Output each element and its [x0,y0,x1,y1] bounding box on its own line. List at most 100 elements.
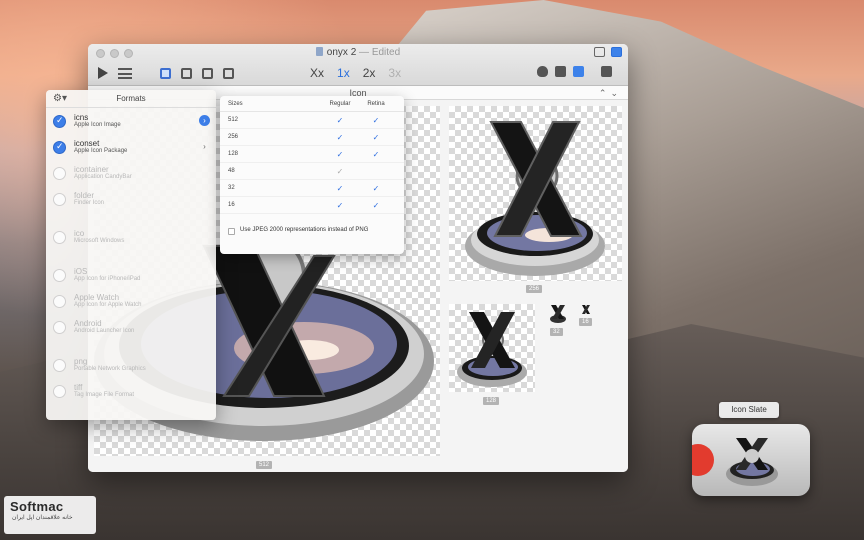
text-icon[interactable] [555,66,566,77]
retina-check[interactable]: ✓ [358,146,394,162]
jpeg2000-checkbox[interactable] [228,228,235,235]
onyx-app-icon-32[interactable] [549,304,567,324]
formats-panel-header: ⚙▾ Formats [46,90,216,108]
jpeg2000-label: Use JPEG 2000 representations instead of… [240,227,369,233]
size-row-128: 128 ✓ ✓ [220,146,404,163]
retina-check[interactable]: ✓ [358,180,394,196]
size-tag-32: 32 [550,328,563,336]
regular-check[interactable]: ✓ [322,112,358,128]
format-checkbox[interactable] [53,359,66,372]
chevron-right-icon[interactable]: › [199,141,210,152]
format-checkbox[interactable] [53,231,66,244]
retina-check[interactable]: ✓ [358,197,394,213]
background-swatch-icon[interactable] [601,66,612,77]
layer-front-icon[interactable] [160,67,171,79]
crop-icon[interactable] [223,67,234,79]
layer-merge-icon[interactable] [202,67,213,79]
format-item-android[interactable]: Android Android Launcher Icon [46,314,216,340]
format-name: ico [74,229,85,238]
size-value: 256 [228,134,239,140]
zoom-2x-button[interactable]: 2x [363,66,376,80]
zoom-1x-button[interactable]: 1x [337,66,350,80]
size-row-512: 512 ✓ ✓ [220,112,404,129]
size-value: 48 [228,168,235,174]
size-tag-512: 512 [256,461,273,469]
formats-list-icon[interactable] [118,67,132,79]
formats-list: icnsApple Icon Image›iconsetApple Icon P… [46,108,216,404]
format-item-tiff[interactable]: tiff Tag Image File Format [46,378,216,404]
play-icon[interactable] [98,67,108,79]
format-checkbox[interactable] [53,193,66,206]
retina-check[interactable]: ✓ [358,112,394,128]
format-item-icontainer[interactable]: icontainer Application CandyBar [46,160,216,186]
onyx-app-icon-16[interactable] [581,304,591,315]
regular-check[interactable]: ✓ [322,163,358,179]
format-checkbox[interactable] [53,269,66,282]
format-name: iOS [74,267,88,276]
size-row-16: 16 ✓ ✓ [220,197,404,214]
format-description: App Icon for iPhone/iPad [74,276,141,282]
size-value: 512 [228,117,239,123]
toolbar-right [537,66,612,77]
gear-icon[interactable]: ⚙▾ [53,93,67,105]
retina-check[interactable]: ✓ [358,129,394,145]
logo-subtitle: خانه ‌علاقمندان اپل ایران [12,515,73,521]
regular-check[interactable]: ✓ [322,197,358,213]
format-name: Apple Watch [74,293,120,302]
softmac-logo: Softmac خانه ‌علاقمندان اپل ایران [4,496,96,534]
format-checkbox[interactable] [53,141,66,154]
regular-check[interactable]: ✓ [322,146,358,162]
grid-icon[interactable] [573,66,584,77]
regular-header: Regular [329,101,351,107]
format-description: Apple Icon Image [74,122,121,128]
size-tag-128: 128 [483,397,500,405]
format-item-apple-watch[interactable]: Apple Watch App Icon for Apple Watch [46,288,216,314]
format-item-png[interactable]: png Portable Network Graphics [46,352,216,378]
layer-back-icon[interactable] [181,67,192,79]
format-description: Android Launcher Icon [74,328,135,334]
format-checkbox[interactable] [53,295,66,308]
format-checkbox[interactable] [53,115,66,128]
regular-check[interactable]: ✓ [322,129,358,145]
titlebar: onyx 2 — Edited Xx 1x 2x 3x [88,44,628,86]
zoom-3x-button[interactable]: 3x [388,66,401,80]
size-value: 128 [228,151,239,157]
edited-status: Edited [371,47,401,58]
format-checkbox[interactable] [53,167,66,180]
regular-check[interactable]: ✓ [322,180,358,196]
pin-icon[interactable] [537,66,548,77]
format-item-folder[interactable]: folder Finder Icon [46,186,216,212]
format-checkbox[interactable] [53,385,66,398]
format-name: folder [74,191,95,200]
preview-128[interactable] [449,304,535,392]
preview-256[interactable] [449,106,622,281]
format-description: Application CandyBar [74,174,132,180]
format-description: Tag Image File Format [74,392,135,398]
size-value: 32 [228,185,235,191]
size-row-256: 256 ✓ ✓ [220,129,404,146]
size-tag-16: 16 [579,318,592,326]
icon-slate-tooltip: Icon Slate [719,402,779,418]
format-item-icns[interactable]: icnsApple Icon Image › [46,108,216,134]
format-item-ico[interactable]: ico Microsoft Windows [46,224,216,250]
jpeg2000-option[interactable]: Use JPEG 2000 representations instead of… [228,226,380,235]
format-item-iconset[interactable]: iconsetApple Icon Package › [46,134,216,160]
chevron-right-icon[interactable]: › [199,115,210,126]
icon-slate-dock-preview[interactable] [682,424,810,496]
format-item-ios[interactable]: iOS App Icon for iPhone/iPad [46,262,216,288]
retina-check[interactable] [358,163,394,179]
onyx-app-icon-dock [682,438,778,486]
format-description: App Icon for Apple Watch [74,302,142,308]
sidebar-toggle-icon[interactable] [594,47,605,57]
format-checkbox[interactable] [53,321,66,334]
zoom-xx-button[interactable]: Xx [310,66,324,80]
format-name: iconset [74,139,100,148]
window-title: onyx 2 — Edited [88,47,628,58]
retina-header: Retina [367,101,385,107]
toolbar-left [98,64,234,82]
share-icon[interactable] [611,47,622,57]
chevron-updown-icon[interactable]: ⌃⌄ [599,86,622,100]
size-value: 16 [228,202,235,208]
formats-panel: ⚙▾ Formats icnsApple Icon Image›iconsetA… [46,90,216,420]
sizes-table: 512 ✓ ✓ 256 ✓ ✓ 128 ✓ ✓ 48 ✓ 32 ✓ ✓ 16 ✓ ✓ [220,112,404,214]
